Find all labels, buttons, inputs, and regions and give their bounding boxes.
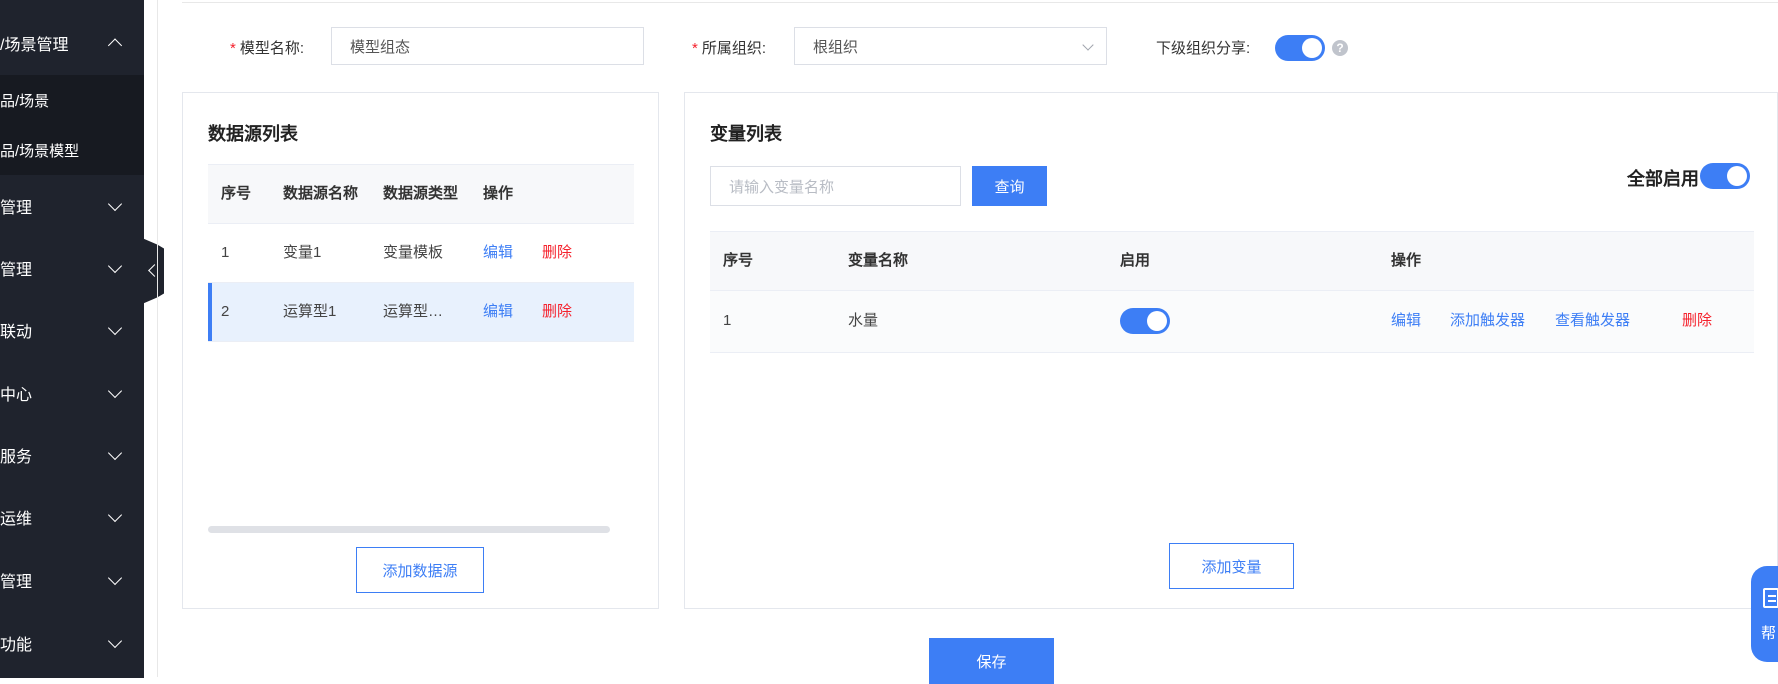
sidebar-item-label: 功能 <box>0 637 33 654</box>
sidebar-item[interactable]: 管理 <box>0 237 144 299</box>
column-header: 数据源名称 <box>283 185 359 202</box>
datasource-table-header: 序号 数据源名称 数据源类型 操作 <box>208 164 634 224</box>
cell-name: 运算型1 <box>283 303 337 320</box>
column-header: 操作 <box>1391 252 1422 269</box>
toggle-knob <box>1727 166 1747 186</box>
edit-link[interactable]: 编辑 <box>483 224 513 282</box>
divider <box>182 2 1778 3</box>
search-button[interactable]: 查询 <box>972 166 1047 206</box>
sidebar-item-label: 管理 <box>0 200 33 217</box>
model-name-input[interactable]: 模型组态 <box>331 27 644 65</box>
chevron-down-icon <box>107 570 123 586</box>
add-variable-button[interactable]: 添加变量 <box>1169 543 1294 589</box>
required-mark: * <box>230 40 236 57</box>
column-header: 序号 <box>723 252 754 269</box>
view-trigger-link[interactable]: 查看触发器 <box>1555 291 1630 351</box>
help-float-button[interactable]: 帮 <box>1751 566 1778 662</box>
selected-indicator <box>208 283 212 341</box>
sidebar-item-label: 服务 <box>0 449 33 466</box>
model-name-label: * 模型名称: <box>230 37 304 58</box>
sidebar-item-label: 管理 <box>0 574 33 591</box>
help-label: 帮 <box>1761 625 1777 642</box>
datasource-panel: 数据源列表 序号 数据源名称 数据源类型 操作 1 变量1 变量模板 编辑 删除… <box>182 92 659 609</box>
sidebar-submenu: 品/场景 品/场景模型 <box>0 75 144 175</box>
sidebar: /场景管理 品/场景 品/场景模型 管理 管理 联动 中心 服务 运维 管理 功… <box>0 0 144 678</box>
add-trigger-link[interactable]: 添加触发器 <box>1450 291 1525 351</box>
org-select-value: 根组织 <box>813 38 859 56</box>
cell-type: 运算型… <box>383 303 444 320</box>
chevron-down-icon <box>107 196 123 212</box>
edit-link[interactable]: 编辑 <box>1391 291 1421 351</box>
cell-index: 1 <box>221 244 230 261</box>
chevron-down-icon <box>107 258 123 274</box>
share-toggle[interactable] <box>1275 35 1325 61</box>
chevron-down-icon <box>107 633 123 649</box>
column-header: 启用 <box>1120 252 1151 269</box>
sidebar-item-scene-management[interactable]: /场景管理 <box>0 12 144 74</box>
table-row[interactable]: 1 水量 编辑 添加触发器 查看触发器 删除 <box>710 291 1754 353</box>
chevron-down-icon <box>1082 39 1094 51</box>
model-name-label-text: 模型名称: <box>239 40 305 57</box>
search-placeholder: 请输入变量名称 <box>729 178 835 196</box>
document-icon <box>1763 588 1778 608</box>
sidebar-item-label: 联动 <box>0 324 33 341</box>
question-icon[interactable]: ? <box>1332 40 1348 56</box>
org-select[interactable]: 根组织 <box>794 27 1107 65</box>
delete-link[interactable]: 删除 <box>542 224 572 282</box>
variable-panel-title: 变量列表 <box>710 124 782 144</box>
chevron-down-icon <box>107 320 123 336</box>
sidebar-item-label: 运维 <box>0 511 33 528</box>
variable-table-header: 序号 变量名称 启用 操作 <box>710 231 1754 291</box>
sidebar-item-label: /场景管理 <box>0 37 69 54</box>
variable-search-input[interactable]: 请输入变量名称 <box>710 166 961 206</box>
org-label: * 所属组织: <box>692 37 766 58</box>
variable-panel: 变量列表 请输入变量名称 查询 全部启用 序号 变量名称 启用 操作 1 水量 … <box>684 92 1778 609</box>
delete-link[interactable]: 删除 <box>1682 291 1712 351</box>
column-header: 操作 <box>483 185 514 202</box>
sidebar-subitem-label: 品/场景 <box>0 92 50 110</box>
sidebar-item[interactable]: 服务 <box>0 424 144 486</box>
table-row[interactable]: 2 运算型1 运算型… 编辑 删除 <box>208 283 634 342</box>
toggle-knob <box>1302 38 1322 58</box>
cell-name: 水量 <box>848 312 879 329</box>
column-header: 数据源类型 <box>383 185 459 202</box>
required-mark: * <box>692 40 698 57</box>
table-row[interactable]: 1 变量1 变量模板 编辑 删除 <box>208 224 634 283</box>
cell-index: 2 <box>221 303 230 320</box>
toggle-knob <box>1147 311 1167 331</box>
horizontal-scrollbar[interactable] <box>208 526 610 533</box>
sidebar-item[interactable]: 联动 <box>0 299 144 361</box>
add-datasource-button[interactable]: 添加数据源 <box>356 547 484 593</box>
column-header: 变量名称 <box>848 252 909 269</box>
datasource-panel-title: 数据源列表 <box>208 124 298 144</box>
delete-link[interactable]: 删除 <box>542 283 572 341</box>
save-button[interactable]: 保存 <box>929 638 1054 684</box>
chevron-down-icon <box>107 383 123 399</box>
sidebar-item-label: 管理 <box>0 262 33 279</box>
sidebar-subitem-label: 品/场景模型 <box>0 142 80 160</box>
cell-type: 变量模板 <box>383 244 444 261</box>
sidebar-subitem-product-scene-model[interactable]: 品/场景模型 <box>0 125 144 175</box>
enable-all-label: 全部启用 <box>1627 169 1699 189</box>
sidebar-item[interactable]: 运维 <box>0 486 144 548</box>
sidebar-item[interactable]: 中心 <box>0 362 144 424</box>
sidebar-item[interactable]: 功能 <box>0 612 144 674</box>
column-header: 序号 <box>221 185 252 202</box>
model-name-value: 模型组态 <box>350 38 411 56</box>
chevron-down-icon <box>107 445 123 461</box>
sidebar-subitem-product-scene[interactable]: 品/场景 <box>0 75 144 125</box>
sidebar-item[interactable]: 管理 <box>0 549 144 611</box>
cell-name: 变量1 <box>283 244 322 261</box>
edit-link[interactable]: 编辑 <box>483 283 513 341</box>
variable-enable-toggle[interactable] <box>1120 308 1170 334</box>
enable-all-toggle[interactable] <box>1700 163 1750 189</box>
chevron-down-icon <box>107 507 123 523</box>
cell-index: 1 <box>723 312 732 329</box>
share-label: 下级组织分享: <box>1156 40 1251 57</box>
chevron-up-icon <box>107 38 123 53</box>
sidebar-item-label: 中心 <box>0 387 33 404</box>
org-label-text: 所属组织: <box>701 40 767 57</box>
sidebar-item[interactable]: 管理 <box>0 175 144 237</box>
